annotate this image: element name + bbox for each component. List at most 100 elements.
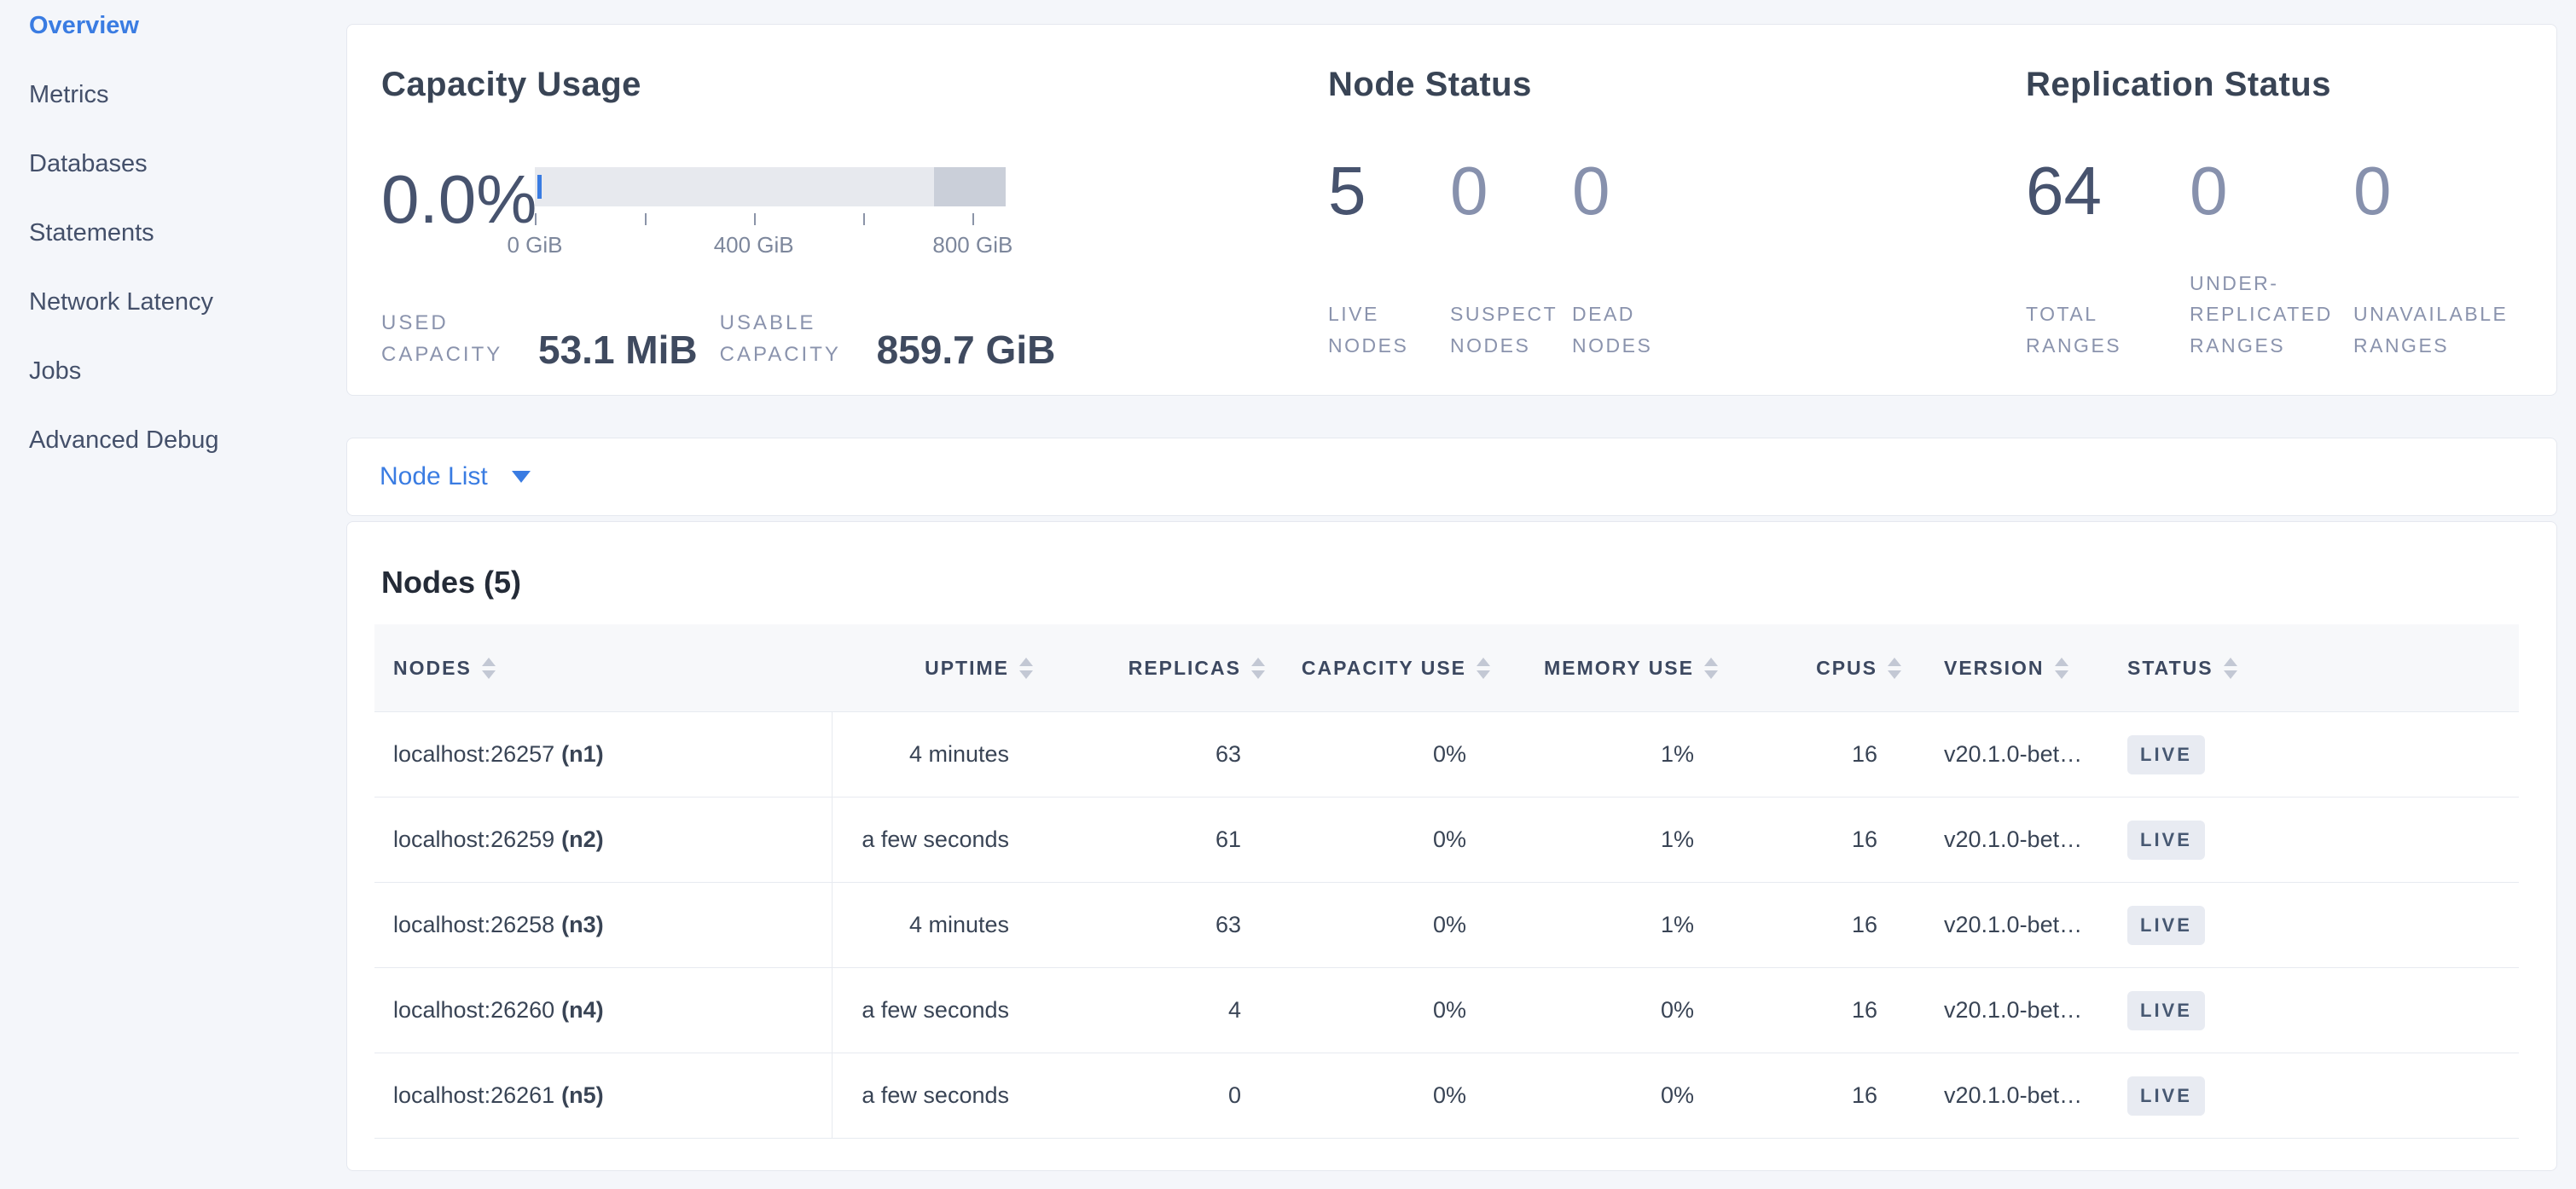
node-id: (n4) [561, 997, 604, 1023]
column-header-nodes[interactable]: NODES [374, 624, 832, 712]
status-cell: LIVE [2097, 712, 2519, 798]
sidebar: Overview Metrics Databases Statements Ne… [0, 0, 334, 1189]
capacity-use-cell: 0% [1277, 883, 1502, 968]
chevron-down-icon[interactable] [512, 471, 531, 483]
table-row: localhost:26259(n2) a few seconds 61 0% … [374, 798, 2519, 883]
capacity-gauge-track [535, 167, 1006, 206]
status-cell: LIVE [2097, 1053, 2519, 1139]
table-row: localhost:26258 (n3) 4 minutes 63 0% 1% 1… [374, 883, 2519, 968]
usable-capacity-value: 859.7 GiB [877, 330, 1056, 370]
replicas-cell: 4 [1045, 968, 1277, 1053]
capacity-use-cell: 0% [1277, 1053, 1502, 1139]
node-list-dropdown[interactable]: Node List [346, 438, 2557, 516]
suspect-nodes-label: SUSPECT NODES [1450, 299, 1554, 362]
column-label: REPLICAS [1128, 657, 1241, 680]
cluster-summary-card: Capacity Usage 0.0% 0 GiB 400 GiB [346, 24, 2557, 396]
node-address-cell[interactable]: localhost:26261 (n5) [374, 1053, 832, 1139]
sidebar-item-metrics[interactable]: Metrics [0, 69, 334, 138]
dead-nodes-stat: 0 DEAD NODES [1572, 157, 1694, 362]
memory-use-cell: 1% [1502, 712, 1730, 798]
sort-icon[interactable] [1477, 658, 1490, 679]
node-address[interactable]: localhost:26257 [393, 741, 554, 767]
column-header-cpus[interactable]: CPUS [1730, 624, 1913, 712]
node-address[interactable]: localhost:26259 [393, 826, 554, 852]
node-address-cell[interactable]: localhost:26257(n1) [374, 712, 832, 798]
axis-label-400gib: 400 GiB [714, 232, 794, 258]
nodes-table-title: Nodes (5) [381, 565, 2517, 600]
axis-label-800gib: 800 GiB [932, 232, 1012, 258]
dead-nodes-value: 0 [1572, 157, 1694, 225]
dead-nodes-label: DEAD NODES [1572, 299, 1676, 362]
live-nodes-label: LIVE NODES [1328, 299, 1432, 362]
used-capacity-value: 53.1 MiB [538, 330, 698, 370]
version-cell: v20.1.0-bet… [1913, 798, 2097, 883]
version-cell: v20.1.0-bet… [1913, 1053, 2097, 1139]
unavailable-ranges-value: 0 [2353, 157, 2517, 225]
sort-icon[interactable] [482, 658, 496, 679]
usable-capacity-label: USABLE CAPACITY [720, 307, 867, 370]
column-header-memory-use[interactable]: MEMORY USE [1502, 624, 1730, 712]
sort-icon[interactable] [2055, 658, 2068, 679]
node-address[interactable]: localhost:26260 [393, 997, 554, 1023]
sidebar-item-databases[interactable]: Databases [0, 138, 334, 207]
status-cell: LIVE [2097, 798, 2519, 883]
node-address-cell[interactable]: localhost:26260 (n4) [374, 968, 832, 1053]
memory-use-cell: 1% [1502, 883, 1730, 968]
sidebar-item-jobs[interactable]: Jobs [0, 345, 334, 415]
memory-use-cell: 0% [1502, 968, 1730, 1053]
column-label: STATUS [2127, 657, 2213, 680]
uptime-cell: a few seconds [832, 1053, 1045, 1139]
cpus-cell: 16 [1730, 798, 1913, 883]
column-label: UPTIME [925, 657, 1009, 680]
node-list-dropdown-label[interactable]: Node List [380, 462, 488, 491]
sort-icon[interactable] [2224, 658, 2237, 679]
node-id: (n2) [561, 826, 604, 852]
sidebar-item-advanced-debug[interactable]: Advanced Debug [0, 415, 334, 484]
node-address[interactable]: localhost:26261 [393, 1082, 554, 1108]
replicas-cell: 63 [1045, 883, 1277, 968]
table-row: localhost:26260(n4) a few seconds 4 0% 0… [374, 968, 2519, 1053]
column-label: CAPACITY USE [1302, 657, 1466, 680]
column-header-uptime[interactable]: UPTIME [832, 624, 1045, 712]
node-id: (n5) [561, 1082, 604, 1108]
column-header-version[interactable]: VERSION [1913, 624, 2097, 712]
node-address[interactable]: localhost:26258 [393, 912, 554, 937]
column-label: CPUS [1816, 657, 1877, 680]
sidebar-item-overview[interactable]: Overview [0, 0, 334, 69]
replicas-cell: 61 [1045, 798, 1277, 883]
column-label: MEMORY USE [1544, 657, 1694, 680]
capacity-gauge-used-marker [537, 175, 542, 199]
nodes-table-card: Nodes (5) NODES UPTIME REPLICAS [346, 521, 2557, 1171]
node-address-cell[interactable]: localhost:26258 (n3) [374, 883, 832, 968]
sort-icon[interactable] [1019, 658, 1033, 679]
under-replicated-ranges-stat: 0 UNDER-REPLICATED RANGES [2190, 157, 2353, 362]
capacity-usage-title: Capacity Usage [381, 66, 1328, 104]
capacity-usage-section: Capacity Usage 0.0% 0 GiB 400 GiB [381, 66, 1328, 395]
sort-icon[interactable] [1888, 658, 1901, 679]
column-header-status[interactable]: STATUS [2097, 624, 2519, 712]
capacity-gauge-chart: 0 GiB 400 GiB 800 GiB [535, 167, 1006, 259]
sidebar-item-network-latency[interactable]: Network Latency [0, 276, 334, 345]
uptime-cell: 4 minutes [832, 712, 1045, 798]
cpus-cell: 16 [1730, 883, 1913, 968]
replicas-cell: 0 [1045, 1053, 1277, 1139]
table-row: localhost:26261(n5) a few seconds 0 0% 0… [374, 1053, 2519, 1139]
uptime-cell: a few seconds [832, 968, 1045, 1053]
status-cell: LIVE [2097, 883, 2519, 968]
uptime-cell: 4 minutes [832, 883, 1045, 968]
node-address-cell[interactable]: localhost:26259 (n2) [374, 798, 832, 883]
column-header-replicas[interactable]: REPLICAS [1045, 624, 1277, 712]
column-header-capacity-use[interactable]: CAPACITY USE [1277, 624, 1502, 712]
suspect-nodes-stat: 0 SUSPECT NODES [1450, 157, 1572, 362]
sort-icon[interactable] [1704, 658, 1718, 679]
node-id: (n3) [561, 912, 604, 937]
under-replicated-ranges-label: UNDER-REPLICATED RANGES [2190, 268, 2347, 362]
live-nodes-value: 5 [1328, 157, 1450, 225]
total-ranges-label: TOTAL RANGES [2026, 299, 2184, 362]
replicas-cell: 63 [1045, 712, 1277, 798]
sort-icon[interactable] [1251, 658, 1265, 679]
sidebar-item-statements[interactable]: Statements [0, 207, 334, 276]
status-badge: LIVE [2127, 1076, 2205, 1116]
total-ranges-stat: 64 TOTAL RANGES [2026, 157, 2190, 362]
cpus-cell: 16 [1730, 968, 1913, 1053]
